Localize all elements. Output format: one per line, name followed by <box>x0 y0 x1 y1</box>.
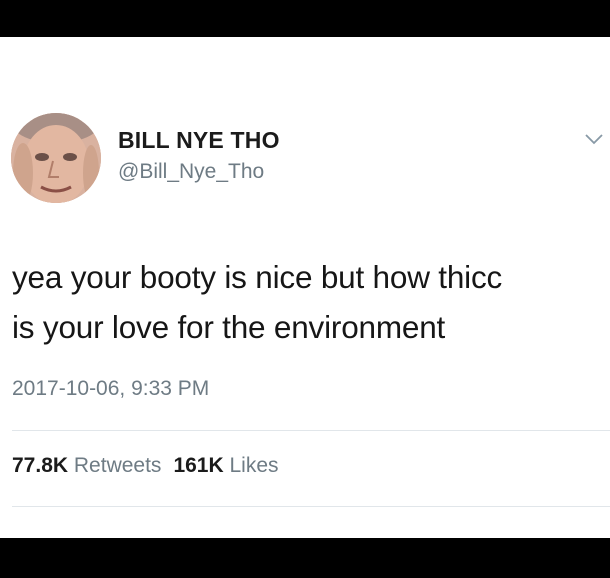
tweet-text: yea your booty is nice but how thicc is … <box>12 252 602 352</box>
retweets-label: Retweets <box>73 454 162 477</box>
likes-count: 161K <box>173 454 224 477</box>
screenshot-frame: BILL NYE THO @Bill_Nye_Tho yea your boot… <box>0 0 610 578</box>
tweet-text-line: is your love for the environment <box>12 309 446 345</box>
avatar[interactable] <box>11 113 101 203</box>
author-display-name[interactable]: BILL NYE THO <box>118 127 280 154</box>
author-handle[interactable]: @Bill_Nye_Tho <box>118 160 264 184</box>
retweets-stat[interactable]: 77.8K Retweets <box>12 454 161 477</box>
tweet-stats: 77.8K Retweets 161K Likes <box>12 454 279 478</box>
retweets-count: 77.8K <box>12 454 69 477</box>
avatar-photo <box>11 113 101 203</box>
tweet-timestamp[interactable]: 2017-10-06, 9:33 PM <box>12 377 209 401</box>
tweet-text-line: yea your booty is nice but how thicc <box>12 259 503 295</box>
likes-label: Likes <box>229 454 279 477</box>
divider <box>12 506 610 507</box>
likes-stat[interactable]: 161K Likes <box>173 454 278 477</box>
tweet-card: BILL NYE THO @Bill_Nye_Tho yea your boot… <box>0 37 610 538</box>
divider <box>12 430 610 431</box>
chevron-down-icon[interactable] <box>584 132 604 146</box>
